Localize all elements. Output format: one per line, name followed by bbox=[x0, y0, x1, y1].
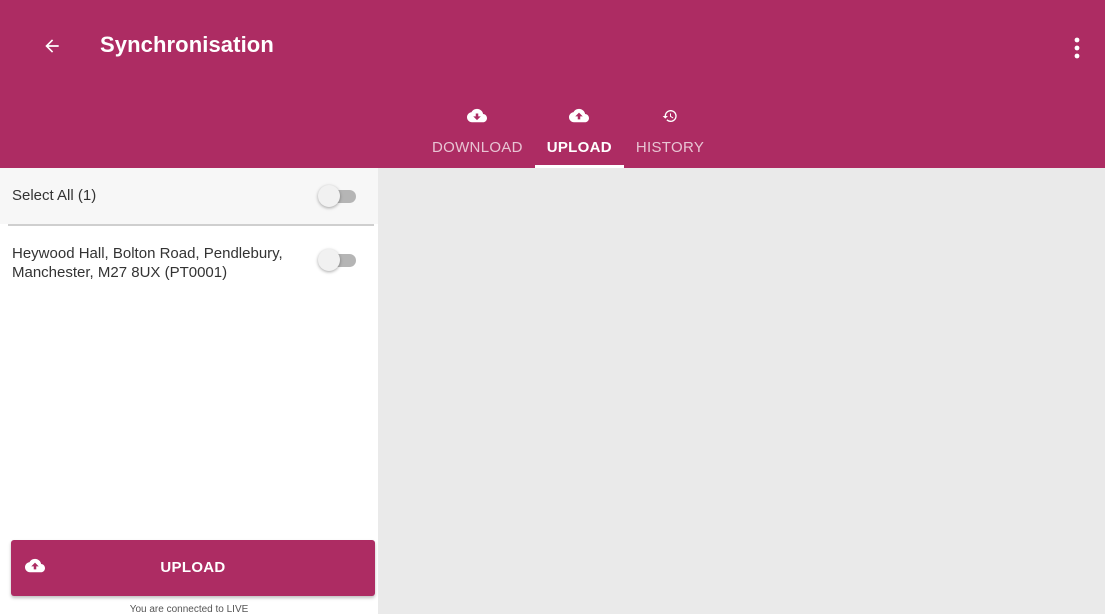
switch-thumb bbox=[318, 185, 340, 207]
cloud-upload-icon bbox=[569, 106, 590, 126]
tab-upload-label: UPLOAD bbox=[546, 139, 612, 156]
arrow-back-icon bbox=[45, 39, 59, 53]
list-divider bbox=[8, 224, 374, 226]
tab-history-label: HISTORY bbox=[635, 139, 705, 156]
tab-history[interactable]: HISTORY bbox=[624, 96, 716, 168]
upload-button[interactable]: UPLOAD bbox=[11, 540, 375, 596]
tab-upload[interactable]: UPLOAD bbox=[534, 96, 624, 168]
switch-thumb bbox=[318, 249, 340, 271]
cloud-download-icon bbox=[467, 106, 488, 126]
select-all-label: Select All (1) bbox=[12, 187, 97, 204]
page-title: Synchronisation bbox=[100, 32, 274, 57]
overflow-menu-button[interactable] bbox=[1062, 30, 1092, 66]
toolbar: Synchronisation bbox=[0, 0, 1105, 96]
history-icon bbox=[662, 106, 678, 126]
tab-bar: DOWNLOAD UPLOAD HISTORY bbox=[420, 96, 716, 168]
list-item-switch[interactable] bbox=[318, 248, 358, 272]
list-item-label: Heywood Hall, Bolton Road, Pendlebury, M… bbox=[12, 245, 283, 281]
upload-list-panel: Select All (1) Heywood Hall, Bolton Road… bbox=[0, 168, 378, 614]
back-button[interactable] bbox=[34, 28, 70, 64]
select-all-row[interactable]: Select All (1) bbox=[0, 168, 378, 224]
select-all-switch[interactable] bbox=[318, 184, 358, 208]
tab-download-label: DOWNLOAD bbox=[432, 139, 523, 156]
detail-pane bbox=[378, 168, 1105, 614]
app-bar: Synchronisation DOWNLOAD UPLOAD HISTORY bbox=[0, 0, 1105, 168]
more-vert-icon bbox=[1074, 37, 1080, 59]
tab-download[interactable]: DOWNLOAD bbox=[420, 96, 535, 168]
upload-button-label: UPLOAD bbox=[160, 559, 226, 576]
connection-status: You are connected to LIVE bbox=[129, 604, 249, 614]
list-item[interactable]: Heywood Hall, Bolton Road, Pendlebury, M… bbox=[0, 238, 378, 294]
